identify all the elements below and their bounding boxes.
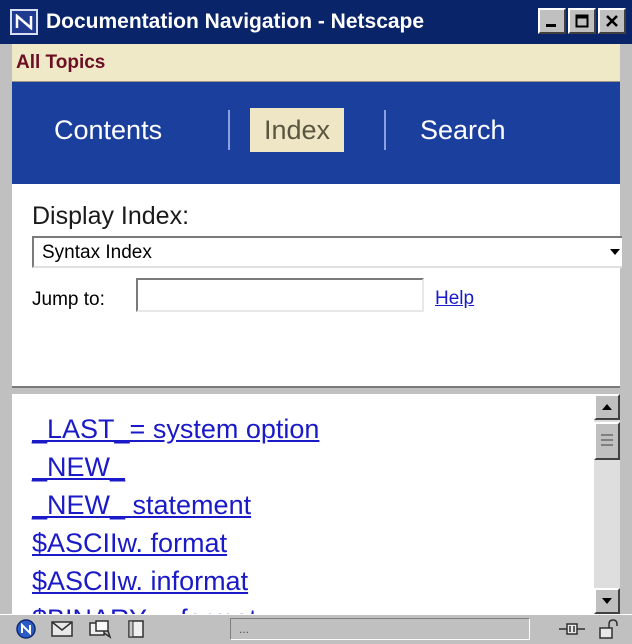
window-titlebar[interactable]: Documentation Navigation - Netscape xyxy=(0,0,632,44)
scroll-thumb[interactable] xyxy=(594,422,620,460)
grip-line xyxy=(601,434,613,436)
help-link[interactable]: Help xyxy=(435,288,474,310)
status-bar: ... xyxy=(0,614,632,644)
index-list-panel: _LAST_= system option _NEW_ _NEW_ statem… xyxy=(12,394,620,614)
grip-line xyxy=(601,439,613,441)
vertical-scrollbar[interactable] xyxy=(594,394,620,614)
status-text: ... xyxy=(230,618,530,640)
minimize-button[interactable] xyxy=(538,8,566,34)
display-index-selected-value: Syntax Index xyxy=(42,242,152,263)
tab-contents[interactable]: Contents xyxy=(54,108,162,152)
tab-separator xyxy=(384,110,386,150)
list-item[interactable]: $ASCIIw. format xyxy=(32,524,319,562)
close-button[interactable] xyxy=(598,8,626,34)
composer-icon[interactable] xyxy=(124,618,148,640)
list-item[interactable]: _NEW_ statement xyxy=(32,486,319,524)
display-index-label: Display Index: xyxy=(32,202,190,230)
discussion-icon[interactable] xyxy=(88,618,112,640)
all-topics-bar[interactable]: All Topics xyxy=(12,44,620,82)
grip-line xyxy=(601,444,613,446)
tab-index[interactable]: Index xyxy=(250,108,345,152)
netscape-n-icon[interactable] xyxy=(14,618,38,640)
scroll-down-button[interactable] xyxy=(594,588,620,614)
index-controls-panel: Display Index: Syntax Index Jump to: Hel… xyxy=(12,184,622,386)
nav-tabs-bar: Contents Index Search xyxy=(12,82,620,184)
scroll-up-button[interactable] xyxy=(594,394,620,420)
scroll-track[interactable] xyxy=(594,420,620,588)
chevron-down-icon[interactable] xyxy=(606,238,624,266)
maximize-button[interactable] xyxy=(568,8,596,34)
list-item[interactable]: $ASCIIw. informat xyxy=(32,562,319,600)
list-item[interactable]: _NEW_ xyxy=(32,448,319,486)
tab-separator xyxy=(228,110,230,150)
all-topics-link[interactable]: All Topics xyxy=(16,52,105,74)
connection-icon xyxy=(556,618,588,640)
frame-divider[interactable] xyxy=(12,386,620,394)
tab-search[interactable]: Search xyxy=(420,108,506,152)
security-lock-icon[interactable] xyxy=(596,618,620,640)
netscape-app-icon[interactable] xyxy=(10,9,38,35)
list-item[interactable]: _LAST_= system option xyxy=(32,410,319,448)
list-item[interactable]: $BINARYw. format xyxy=(32,600,319,614)
display-index-select[interactable]: Syntax Index xyxy=(32,236,622,268)
mail-icon[interactable] xyxy=(50,618,74,640)
jump-to-input[interactable] xyxy=(136,278,424,312)
jump-to-label: Jump to: xyxy=(32,289,105,310)
window-title: Documentation Navigation - Netscape xyxy=(46,10,425,33)
